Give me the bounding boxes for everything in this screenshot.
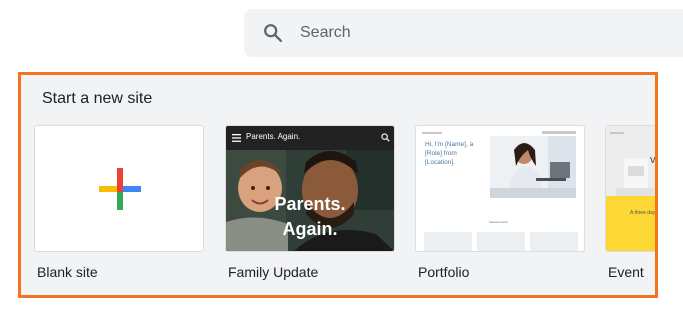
search-icon[interactable] [262,22,284,44]
template-thumbnail[interactable]: Parents. Again. Parents. Again. [225,125,395,252]
preview-intro: Hi, I'm [Name], a [Role] from [Location]… [425,141,474,166]
preview-heading: Parents. Again. [274,194,346,239]
template-gallery: Start a new site Blank site Parents. Aga… [18,72,658,298]
top-bar [0,0,683,60]
search-icon [381,133,390,142]
portfolio-photo [490,136,576,198]
template-thumbnail[interactable] [34,125,204,252]
template-label[interactable]: Blank site [37,264,98,280]
menu-icon [232,134,241,142]
search-input[interactable] [300,21,680,45]
search-bar[interactable] [244,9,683,57]
gallery-title: Start a new site [42,90,153,107]
template-label[interactable]: Family Update [228,264,318,280]
preview-logo-line [422,132,442,134]
template-label[interactable]: Event [608,264,644,280]
preview-heading: ve [650,154,656,166]
page: Start a new site Blank site [0,0,683,320]
preview-header: Parents. Again. [226,126,394,150]
plus-icon [99,168,141,210]
preview-logo-line [610,132,624,134]
preview-subtext: A three day [630,210,656,216]
preview-nav-line [542,131,576,134]
preview-band [606,196,655,251]
template-thumbnail[interactable]: ve A three day [605,125,656,252]
template-thumbnail[interactable]: Hi, I'm [Name], a [Role] from [Location]… [415,125,585,252]
preview-brand: Parents. Again. [246,132,301,141]
template-label[interactable]: Portfolio [418,264,469,280]
preview-tiles [424,232,578,251]
preview-link: Selected work [489,220,508,224]
